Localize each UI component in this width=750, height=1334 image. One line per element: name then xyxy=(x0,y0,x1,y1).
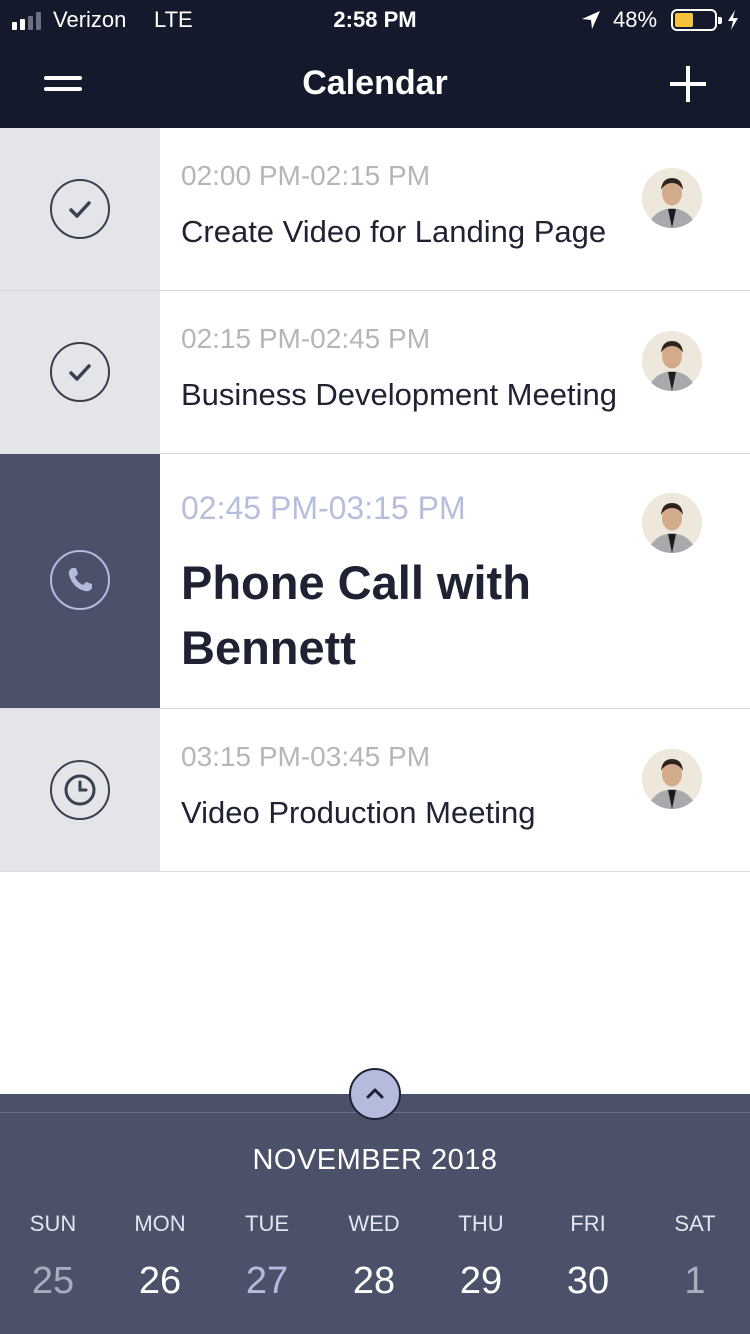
weekday-label: MON xyxy=(134,1211,186,1236)
calendar-day[interactable]: 28 xyxy=(334,1260,414,1303)
event-list: 02:00 PM-02:15 PM Create Video for Landi… xyxy=(0,128,750,872)
calendar-day-selected[interactable]: 27 xyxy=(227,1260,307,1303)
check-circle-icon[interactable] xyxy=(49,341,111,403)
phone-circle-icon[interactable] xyxy=(49,549,111,611)
event-time: 03:15 PM-03:45 PM xyxy=(181,741,431,772)
status-bar: Verizon LTE 2:58 PM 48% xyxy=(0,0,750,40)
event-title: Create Video for Landing Page xyxy=(181,214,607,249)
event-item[interactable]: 02:00 PM-02:15 PM Create Video for Landi… xyxy=(0,128,750,291)
event-title: Video Production Meeting xyxy=(181,795,536,830)
plus-icon[interactable] xyxy=(668,64,708,104)
avatar xyxy=(642,168,702,228)
event-item-current[interactable]: 02:45 PM-03:15 PM Phone Call with Bennet… xyxy=(0,454,750,709)
calendar-day[interactable]: 26 xyxy=(120,1260,200,1303)
hamburger-menu-bar xyxy=(44,87,82,91)
top-bar: Verizon LTE 2:58 PM 48% Calendar xyxy=(0,0,750,128)
weekday-label: SAT xyxy=(674,1211,716,1236)
event-item[interactable]: 02:15 PM-02:45 PM Business Development M… xyxy=(0,291,750,454)
weekday-label: THU xyxy=(458,1211,504,1236)
weekday-label: SUN xyxy=(29,1211,77,1236)
battery-icon xyxy=(671,9,722,31)
event-time: 02:15 PM-02:45 PM xyxy=(181,323,431,354)
event-status-column xyxy=(0,128,160,290)
calendar-expand-button[interactable] xyxy=(349,1068,401,1120)
charging-bolt-icon xyxy=(728,10,738,30)
weekday-label: WED xyxy=(348,1211,400,1236)
weekday-label: FRI xyxy=(570,1211,606,1236)
avatar xyxy=(642,749,702,809)
check-circle-icon[interactable] xyxy=(49,178,111,240)
hamburger-menu-icon xyxy=(44,76,82,80)
event-status-column xyxy=(0,291,160,453)
calendar-day[interactable]: 29 xyxy=(441,1260,521,1303)
event-status-column xyxy=(0,709,160,871)
calendar-day[interactable]: 30 xyxy=(548,1260,628,1303)
event-time: 02:00 PM-02:15 PM xyxy=(181,160,431,191)
chevron-up-icon xyxy=(366,1088,384,1099)
calendar-day[interactable]: 1 xyxy=(655,1260,735,1303)
menu-button[interactable] xyxy=(44,70,82,94)
calendar-day[interactable]: 25 xyxy=(13,1260,93,1303)
location-arrow-icon xyxy=(582,11,600,29)
clock-circle-icon[interactable] xyxy=(49,759,111,821)
week-calendar: NOVEMBER 2018 SUN MON TUE WED THU FRI SA… xyxy=(0,1094,750,1334)
event-time: 02:45 PM-03:15 PM xyxy=(181,490,466,526)
avatar xyxy=(642,331,702,391)
battery-percent: 48% xyxy=(613,7,658,32)
page-title: Calendar xyxy=(302,64,448,102)
weekday-label: TUE xyxy=(245,1211,289,1236)
avatar xyxy=(642,493,702,553)
event-title: Business Development Meeting xyxy=(181,377,617,412)
event-status-column xyxy=(0,454,160,708)
event-title: Phone Call with Bennett xyxy=(181,556,531,674)
event-item[interactable]: 03:15 PM-03:45 PM Video Production Meeti… xyxy=(0,709,750,872)
calendar-month: NOVEMBER 2018 xyxy=(252,1144,498,1176)
